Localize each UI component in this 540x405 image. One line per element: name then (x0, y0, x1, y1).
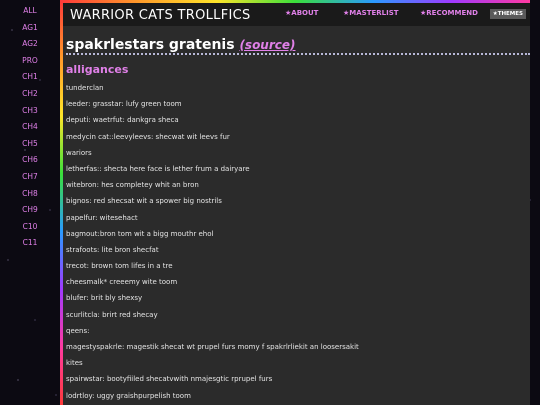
list-item: cheesmalk* creeemy wite toom (66, 278, 178, 287)
list-item: papelfur: witesehact (66, 213, 138, 222)
sidebar-item-ag1[interactable]: AG1 (22, 20, 38, 37)
dotted-divider (66, 53, 530, 55)
sidebar-item-all[interactable]: ALL (23, 3, 37, 20)
chapter-sidebar: ALL AG1 AG2 PRO CH1 CH2 CH3 CH4 CH5 CH6 … (0, 0, 60, 252)
list-item: spairwstar: bootyfiiled shecatvwith nmaj… (66, 375, 273, 384)
nav-about-link[interactable]: ★ABOUT (285, 9, 318, 17)
page-title: spakrlestars gratenis (source) (66, 37, 296, 53)
sidebar-item-ch3[interactable]: CH3 (22, 103, 38, 120)
sidebar-item-ch2[interactable]: CH2 (22, 86, 38, 103)
rainbow-border-left (60, 0, 63, 405)
themes-button[interactable]: ★THEMES (489, 9, 526, 19)
list-item: trecot: brown tom lifes in a tre (66, 262, 173, 271)
sidebar-item-c11[interactable]: C11 (23, 235, 38, 252)
content-panel: WARRIOR CATS TROLLFICS ★ABOUT ★MASTERLIS… (60, 0, 530, 405)
list-item: bagmout:bron tom wit a bigg mouthr ehol (66, 229, 214, 238)
list-item: wariors (66, 148, 92, 157)
list-item: medycin cat::leevyleevs: shecwat wit lee… (66, 132, 230, 141)
list-item: tunderclan (66, 84, 104, 92)
list-item: lodrtloy: uggy graishpurpelish toom (66, 391, 191, 400)
site-title: WARRIOR CATS TROLLFICS (70, 8, 251, 23)
source-link[interactable]: (source) (239, 38, 295, 52)
nav-masterlist-link[interactable]: ★MASTERLIST (343, 9, 399, 17)
list-item: qeens: (66, 326, 90, 335)
list-item: leeder: grasstar: lufy green toom (66, 100, 182, 109)
allegiance-list: tunderclan leeder: grasstar: lufy green … (66, 80, 526, 404)
list-item: letherfas:: shecta here face is lether f… (66, 164, 250, 173)
site-header: WARRIOR CATS TROLLFICS ★ABOUT ★MASTERLIS… (63, 3, 530, 26)
list-item: blufer: brit bly shexsy (66, 294, 143, 303)
nav-recommend-link[interactable]: ★RECOMMEND (420, 9, 478, 17)
sidebar-item-ch9[interactable]: CH9 (22, 202, 38, 219)
list-item: witebron: hes completey whit an bron (66, 181, 199, 190)
list-item: magestyspakrle: magestik shecat wt prupe… (66, 343, 359, 351)
sidebar-item-ch8[interactable]: CH8 (22, 186, 38, 203)
sidebar-item-pro[interactable]: PRO (22, 53, 38, 70)
list-item: kites (66, 359, 83, 368)
list-item: strafoots: lite bron shecfat (66, 245, 159, 254)
list-item: deputi: waetrfut: dankgra sheca (66, 116, 179, 125)
page-title-text: spakrlestars gratenis (66, 37, 235, 53)
list-item: bignos: red shecsat wit a spower big nos… (66, 197, 222, 206)
sidebar-item-ch4[interactable]: CH4 (22, 119, 38, 136)
sidebar-item-ch1[interactable]: CH1 (22, 69, 38, 86)
sidebar-item-ch6[interactable]: CH6 (22, 152, 38, 169)
sidebar-item-c10[interactable]: C10 (23, 219, 38, 236)
list-item: scurlitcla: brirt red shecay (66, 310, 158, 319)
section-heading: alligances (66, 63, 129, 76)
sidebar-item-ch7[interactable]: CH7 (22, 169, 38, 186)
sidebar-item-ch5[interactable]: CH5 (22, 136, 38, 153)
sidebar-item-ag2[interactable]: AG2 (22, 36, 38, 53)
